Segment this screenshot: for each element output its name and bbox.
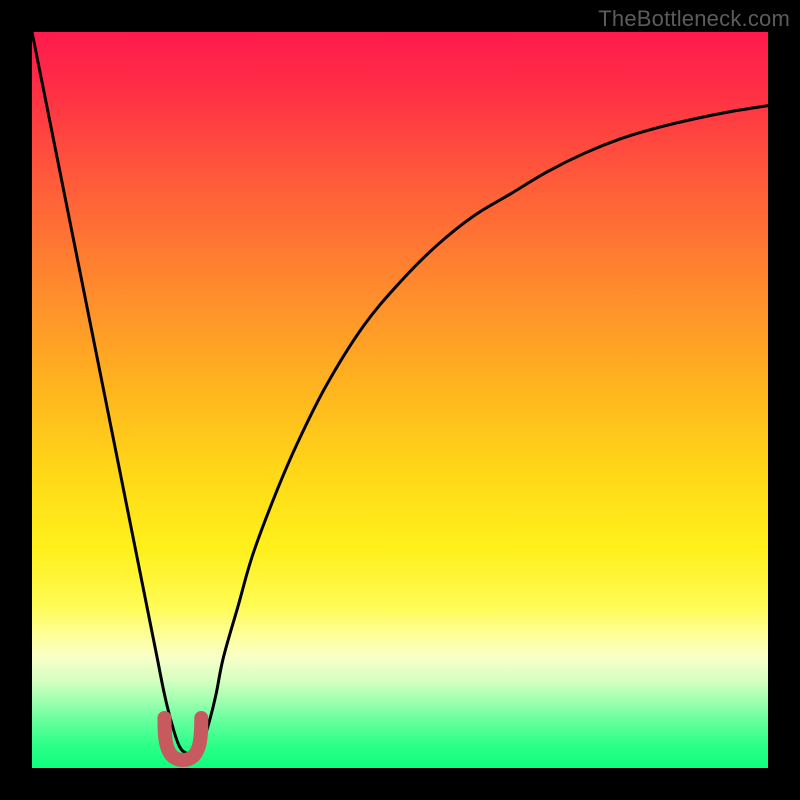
optimal-point-marker	[164, 718, 201, 760]
chart-plot-area	[32, 32, 768, 768]
watermark-text: TheBottleneck.com	[598, 6, 790, 32]
chart-frame: TheBottleneck.com	[0, 0, 800, 800]
bottleneck-curve	[32, 32, 768, 754]
chart-svg	[32, 32, 768, 768]
